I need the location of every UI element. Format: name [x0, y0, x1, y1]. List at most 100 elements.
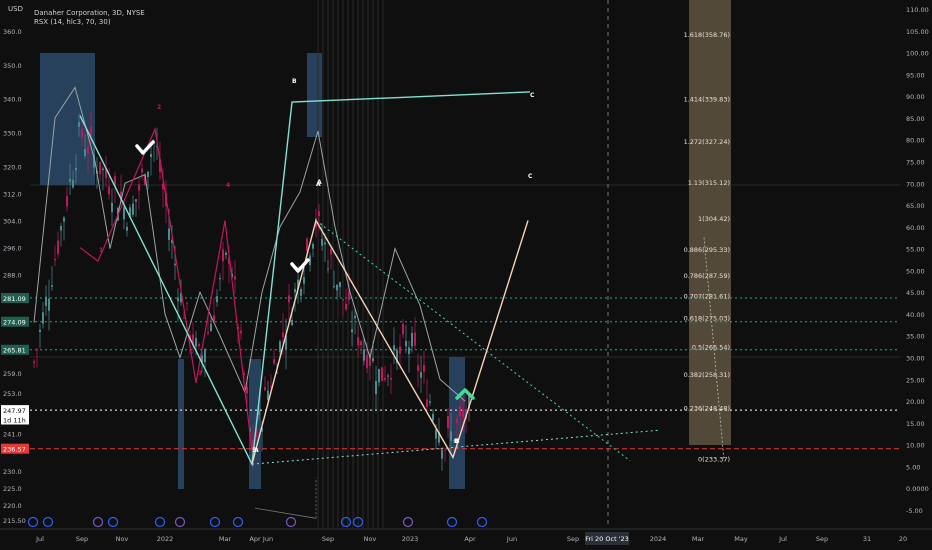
rsx-axis-tick: 80.00 — [906, 137, 925, 145]
rsx-axis-tick: 55.00 — [906, 246, 925, 254]
candle-body — [183, 317, 185, 319]
fib-level-label: 0.5(266.54) — [692, 343, 730, 351]
candle-body — [345, 304, 347, 310]
fib-level-label: 1.272(327.24) — [684, 138, 730, 146]
price-chart[interactable]: 12345ABCABCAB1.618(358.76)1.414(339.83)1… — [0, 0, 932, 550]
candle-body — [444, 449, 446, 451]
highlight-box — [178, 359, 184, 489]
candle-body — [426, 399, 428, 408]
rsx-axis-tick: 70.00 — [906, 180, 925, 188]
candle-body — [87, 146, 89, 154]
rsx-axis-tick: 50.00 — [906, 267, 925, 275]
price-axis-label: 247.97 — [3, 407, 26, 415]
time-axis-tick: Jun — [506, 535, 517, 543]
candle-body — [141, 168, 143, 173]
fib-level-label: 0.786(287.59) — [684, 272, 730, 280]
candle-body — [279, 341, 281, 353]
rsx-axis-tick: 45.00 — [906, 289, 925, 297]
candle-body — [147, 171, 149, 178]
candle-body — [39, 329, 41, 333]
price-axis-tick: 220.0 — [3, 502, 22, 510]
candle-body — [381, 367, 383, 381]
rsx-axis-tick: 35.00 — [906, 333, 925, 341]
candle-body — [273, 359, 275, 364]
candle-body — [72, 179, 74, 188]
candle-body — [186, 302, 188, 304]
time-axis-tick: Nov — [116, 535, 129, 543]
candle-body — [363, 349, 365, 361]
indicator-title: RSX (14, hlc3, 70, 30) — [34, 18, 111, 26]
candle-body — [54, 258, 56, 261]
check-mark-icon — [135, 140, 155, 155]
wave-label: B — [292, 78, 297, 85]
event-marker-icon — [154, 516, 166, 528]
candle-body — [294, 288, 296, 293]
price-axis-tick: 230.0 — [3, 468, 22, 476]
wave-label: 4 — [226, 182, 230, 189]
event-marker-icon — [209, 516, 221, 528]
fib-level-label: 0.618(275.03) — [684, 315, 730, 323]
time-axis-tick: 2022 — [157, 535, 174, 543]
candle-body — [402, 323, 404, 335]
candle-body — [108, 186, 110, 195]
candle-body — [321, 239, 323, 246]
fib-level-label: 1.13(315.12) — [688, 179, 730, 187]
wave-label: B — [455, 438, 460, 445]
time-axis-tick: Jun — [262, 535, 273, 543]
candle-body — [384, 378, 386, 380]
candle-body — [447, 415, 449, 429]
wave-label: 1 — [99, 247, 103, 254]
candle-body — [378, 369, 380, 383]
pattern-cream-line — [251, 218, 529, 465]
price-axis-tick: 225.0 — [3, 485, 22, 493]
candle-body — [342, 299, 344, 301]
wave-label: C — [528, 173, 533, 180]
time-axis-tick: Sep — [816, 535, 828, 543]
time-axis-tick: Apr — [249, 535, 261, 543]
candle-body — [312, 244, 314, 249]
highlight-box — [307, 53, 322, 137]
candle-body — [360, 341, 362, 345]
time-axis-tick: 2024 — [650, 535, 667, 543]
time-axis-tick: Mar — [219, 535, 232, 543]
candle-body — [429, 401, 431, 403]
fib-level-label: 0.886(295.33) — [684, 246, 730, 254]
event-marker-icon — [402, 516, 414, 528]
highlight-box — [40, 53, 95, 185]
price-axis-tick: 330.0 — [3, 130, 22, 138]
candle-body — [150, 153, 152, 158]
fib-level-label: 0.707(281.61) — [684, 292, 730, 300]
time-axis-tick: 31 — [863, 535, 871, 543]
candle-body — [318, 211, 320, 216]
candle-body — [339, 282, 341, 288]
candle-body — [45, 296, 47, 307]
wave-label: 3 — [198, 370, 202, 377]
candle-body — [366, 355, 368, 369]
candle-body — [300, 288, 302, 296]
candle-body — [78, 122, 80, 127]
price-axis-label: 274.09 — [3, 319, 26, 327]
wave-label: A — [317, 179, 322, 186]
candle-body — [177, 297, 179, 302]
candle-body — [411, 332, 413, 347]
candle-body — [432, 413, 434, 421]
candle-body — [99, 161, 101, 175]
candle-body — [354, 315, 356, 319]
price-axis-tick: 350.0 — [3, 62, 22, 70]
candle-body — [351, 329, 353, 333]
event-marker-icon — [92, 516, 104, 528]
price-axis-label: 236.57 — [3, 446, 26, 454]
candle-body — [246, 386, 248, 394]
event-marker-icon — [476, 516, 488, 528]
candle-body — [303, 277, 305, 284]
time-axis-tick: Mar — [692, 535, 705, 543]
candle-body — [66, 196, 68, 207]
price-axis-tick: 360.0 — [3, 28, 22, 36]
candle-body — [375, 380, 377, 395]
rsx-axis-tick: 65.00 — [906, 202, 925, 210]
candle-body — [33, 361, 35, 363]
fib-level-label: 1.618(358.76) — [684, 31, 730, 39]
candle-body — [408, 347, 410, 355]
time-axis-tick: Jul — [778, 535, 787, 543]
rsx-axis-tick: 40.00 — [906, 311, 925, 319]
